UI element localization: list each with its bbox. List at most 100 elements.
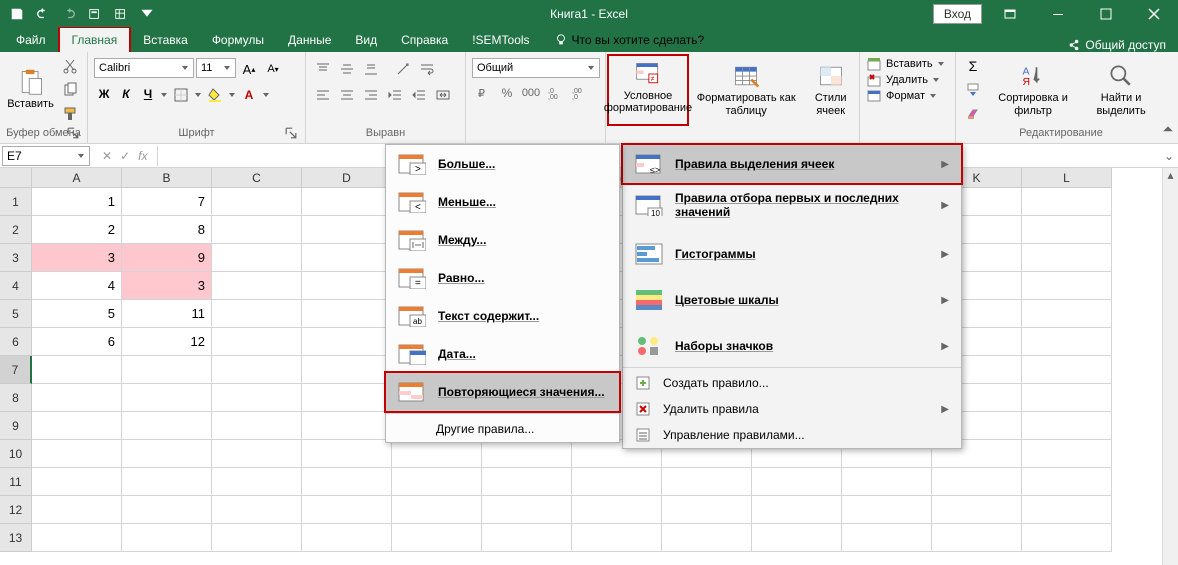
- tab-data[interactable]: Данные: [276, 28, 343, 52]
- cell[interactable]: [302, 384, 392, 412]
- qat-customize-icon[interactable]: [136, 3, 158, 25]
- paste-button[interactable]: Вставить: [6, 64, 55, 114]
- save-icon[interactable]: [6, 3, 28, 25]
- cell[interactable]: [392, 468, 482, 496]
- login-button[interactable]: Вход: [933, 4, 982, 24]
- fill-dropdown[interactable]: [228, 84, 236, 106]
- row-header[interactable]: 13: [0, 524, 32, 552]
- comma-icon[interactable]: 000: [520, 82, 542, 104]
- cell[interactable]: [842, 468, 932, 496]
- row-header[interactable]: 7: [0, 356, 32, 384]
- menu-top-bottom-rules[interactable]: 10 Правила отбора первых и последних зна…: [623, 183, 961, 227]
- cell[interactable]: [1022, 188, 1112, 216]
- menu-text-contains[interactable]: ab Текст содержит...: [386, 297, 619, 335]
- menu-clear-rules[interactable]: Удалить правила ▶: [623, 396, 961, 422]
- increase-font-icon[interactable]: A▴: [238, 58, 260, 80]
- tab-home[interactable]: Главная: [58, 26, 132, 52]
- menu-equal-to[interactable]: = Равно...: [386, 259, 619, 297]
- align-middle-icon[interactable]: [336, 58, 358, 80]
- cell[interactable]: [752, 496, 842, 524]
- cell[interactable]: [1022, 412, 1112, 440]
- name-box[interactable]: E7: [2, 146, 90, 166]
- column-header[interactable]: C: [212, 168, 302, 188]
- menu-duplicate-values[interactable]: Повторяющиеся значения...: [384, 371, 621, 413]
- cell[interactable]: [32, 496, 122, 524]
- row-header[interactable]: 11: [0, 468, 32, 496]
- find-select-button[interactable]: Найти и выделить: [1082, 58, 1160, 120]
- enter-formula-icon[interactable]: ✓: [120, 149, 130, 163]
- number-format-combo[interactable]: Общий: [472, 58, 600, 78]
- cell[interactable]: [32, 468, 122, 496]
- cell[interactable]: [212, 412, 302, 440]
- cell[interactable]: [1022, 300, 1112, 328]
- menu-new-rule[interactable]: Создать правило...: [623, 370, 961, 396]
- cell[interactable]: [482, 440, 572, 468]
- cell[interactable]: 4: [32, 272, 122, 300]
- menu-highlight-cells-rules[interactable]: ≤> Правила выделения ячеек ▶: [621, 143, 963, 185]
- menu-data-bars[interactable]: Гистограммы ▶: [623, 235, 961, 273]
- cell[interactable]: [482, 496, 572, 524]
- dialog-launcher-icon[interactable]: [67, 127, 79, 139]
- insert-cells-button[interactable]: Вставить: [866, 56, 945, 72]
- cell[interactable]: [302, 412, 392, 440]
- cell[interactable]: [752, 468, 842, 496]
- format-cells-button[interactable]: Формат: [866, 88, 937, 104]
- qat-icon-1[interactable]: [84, 3, 106, 25]
- cell[interactable]: 8: [122, 216, 212, 244]
- decrease-decimal-icon[interactable]: ,00,0: [568, 82, 590, 104]
- cell[interactable]: [32, 524, 122, 552]
- cell[interactable]: [122, 524, 212, 552]
- sort-filter-button[interactable]: AЯ Сортировка и фильтр: [988, 58, 1078, 120]
- cell[interactable]: [212, 188, 302, 216]
- cell[interactable]: [302, 356, 392, 384]
- underline-dropdown[interactable]: [160, 84, 168, 106]
- tell-me-search[interactable]: Что вы хотите сделать?: [542, 28, 717, 52]
- cell[interactable]: [1022, 244, 1112, 272]
- column-header[interactable]: A: [32, 168, 122, 188]
- cell[interactable]: [302, 188, 392, 216]
- align-top-icon[interactable]: [312, 58, 334, 80]
- cell[interactable]: [212, 244, 302, 272]
- wrap-text-icon[interactable]: [416, 58, 438, 80]
- select-all-corner[interactable]: [0, 168, 32, 188]
- cell[interactable]: [932, 496, 1022, 524]
- cell-styles-button[interactable]: Стили ячеек: [802, 58, 859, 120]
- qat-icon-2[interactable]: [110, 3, 132, 25]
- minimize-icon[interactable]: [1038, 0, 1078, 27]
- copy-icon[interactable]: [59, 79, 81, 101]
- menu-icon-sets[interactable]: Наборы значков ▶: [623, 327, 961, 365]
- dialog-launcher-icon[interactable]: [285, 127, 297, 139]
- cell[interactable]: [122, 412, 212, 440]
- cell[interactable]: [122, 384, 212, 412]
- increase-decimal-icon[interactable]: ,0,00: [544, 82, 566, 104]
- cell[interactable]: 11: [122, 300, 212, 328]
- cell[interactable]: [842, 496, 932, 524]
- align-left-icon[interactable]: [312, 84, 334, 106]
- cell[interactable]: [122, 440, 212, 468]
- cell[interactable]: [212, 496, 302, 524]
- cell[interactable]: [392, 440, 482, 468]
- row-header[interactable]: 9: [0, 412, 32, 440]
- cell[interactable]: [662, 524, 752, 552]
- cell[interactable]: 7: [122, 188, 212, 216]
- cell[interactable]: [122, 496, 212, 524]
- fx-icon[interactable]: fx: [138, 149, 147, 163]
- cell[interactable]: [302, 272, 392, 300]
- tab-semtools[interactable]: !SEMTools: [460, 28, 541, 52]
- close-icon[interactable]: [1134, 0, 1174, 27]
- cell[interactable]: [662, 496, 752, 524]
- delete-cells-button[interactable]: Удалить: [866, 72, 940, 88]
- expand-formula-bar-icon[interactable]: ⌄: [1160, 149, 1178, 163]
- cancel-formula-icon[interactable]: ✕: [102, 149, 112, 163]
- cell[interactable]: [1022, 328, 1112, 356]
- fill-color-icon[interactable]: [204, 84, 226, 106]
- align-center-icon[interactable]: [336, 84, 358, 106]
- cell[interactable]: [122, 468, 212, 496]
- scroll-up-icon[interactable]: ▴: [1163, 168, 1178, 184]
- borders-icon[interactable]: [170, 84, 192, 106]
- currency-icon[interactable]: ₽: [472, 82, 494, 104]
- cell[interactable]: [392, 524, 482, 552]
- row-header[interactable]: 6: [0, 328, 32, 356]
- cell[interactable]: [1022, 440, 1112, 468]
- column-header[interactable]: B: [122, 168, 212, 188]
